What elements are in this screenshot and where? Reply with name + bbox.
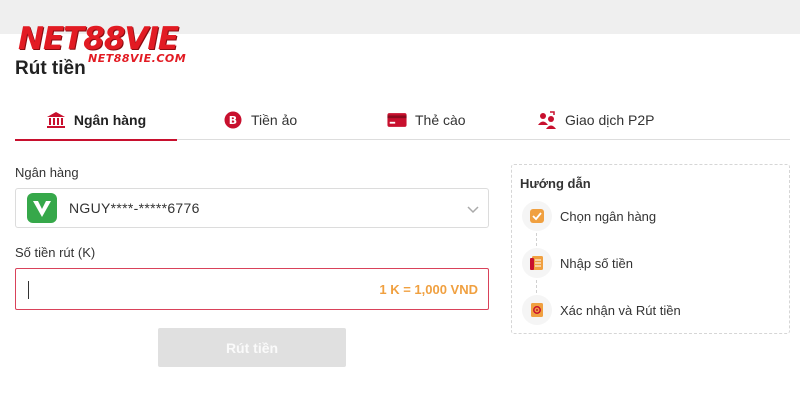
guide-title: Hướng dẫn [520, 176, 591, 191]
selected-bank-account: NGUY****-*****6776 [69, 200, 200, 216]
vietcombank-logo-icon [27, 193, 57, 223]
step-label: Xác nhận và Rút tiền [560, 302, 681, 318]
withdraw-submit-button[interactable]: Rút tiền [158, 328, 346, 367]
brand-domain: NET88VIE.COM [88, 52, 187, 65]
guide-step-choose-bank: Chọn ngân hàng [522, 201, 656, 231]
amount-field-label: Số tiền rút (K) [15, 245, 96, 260]
chevron-down-icon[interactable] [466, 202, 480, 220]
withdraw-method-tabs: Ngân hàng B Tiền ảo Thẻ cào Giao dịch P2… [15, 100, 790, 141]
card-icon [387, 110, 407, 130]
tab-scratch-card[interactable]: Thẻ cào [387, 100, 466, 140]
guide-panel: Hướng dẫn Chọn ngân hàng Nhập số tiền Xá… [511, 164, 790, 334]
check-icon [522, 201, 552, 231]
guide-step-enter-amount: Nhập số tiền [522, 248, 633, 278]
tab-label: Thẻ cào [415, 112, 466, 128]
conversion-rate-hint: 1 K = 1,000 VND [379, 282, 478, 297]
confirm-icon [522, 295, 552, 325]
guide-step-confirm: Xác nhận và Rút tiền [522, 295, 681, 325]
tab-crypto[interactable]: B Tiền ảo [223, 100, 297, 140]
svg-text:B: B [229, 114, 237, 127]
bitcoin-icon: B [223, 110, 243, 130]
tab-p2p[interactable]: Giao dịch P2P [537, 100, 655, 140]
step-label: Chọn ngân hàng [560, 208, 657, 224]
step-label: Nhập số tiền [560, 255, 633, 271]
tab-label: Ngân hàng [73, 111, 147, 128]
brand-logo[interactable]: NET88VIE NET88VIE.COM [18, 21, 186, 65]
text-caret [28, 281, 29, 299]
p2p-users-icon [537, 110, 557, 130]
amount-input[interactable]: 1 K = 1,000 VND [15, 268, 489, 310]
bank-field-label: Ngân hàng [15, 165, 79, 180]
tab-label: Tiền ảo [251, 112, 298, 128]
tab-bank[interactable]: Ngân hàng [15, 100, 177, 141]
tab-label: Giao dịch P2P [565, 112, 655, 128]
bank-icon [46, 110, 66, 130]
document-icon [522, 248, 552, 278]
page-title: Rút tiền [15, 58, 86, 79]
bank-select[interactable]: NGUY****-*****6776 [15, 188, 489, 228]
brand-name: NET88VIE [18, 21, 179, 57]
